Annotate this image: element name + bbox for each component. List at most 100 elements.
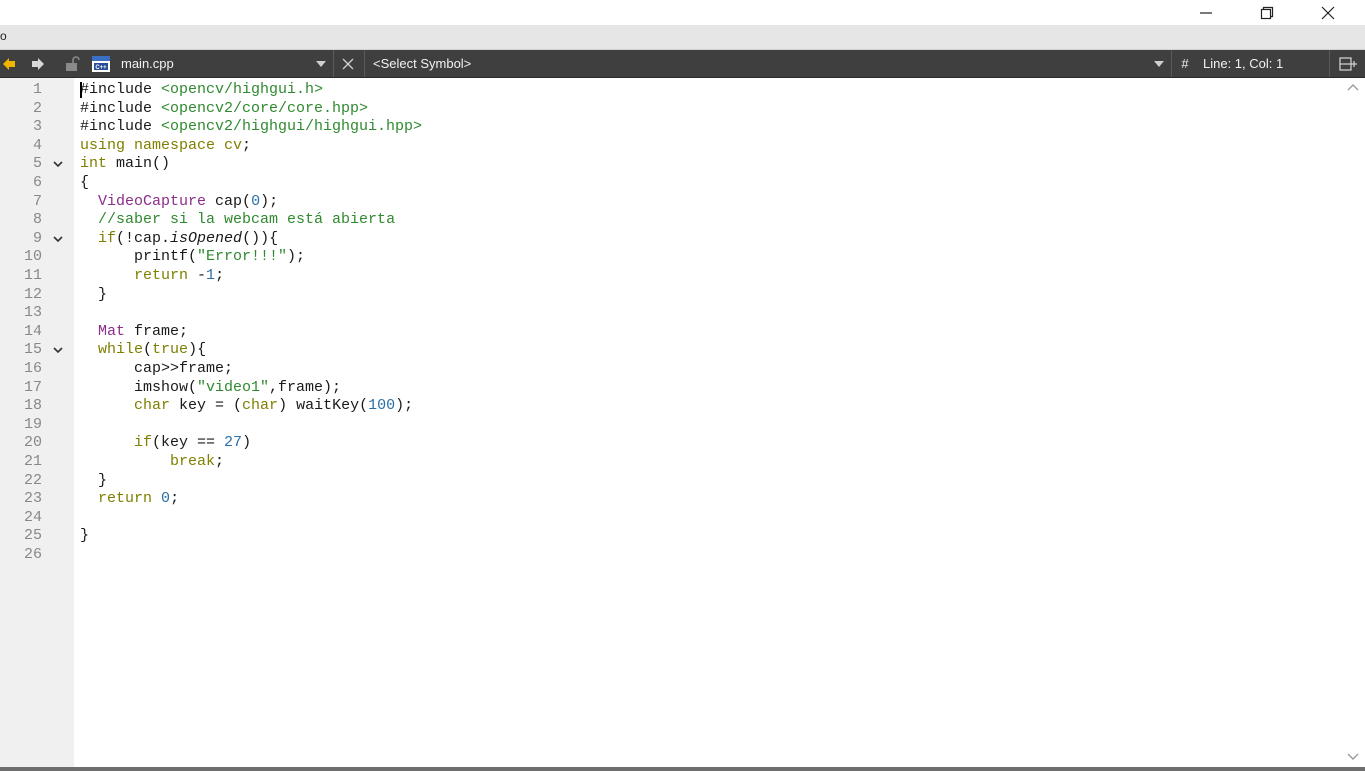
code-line[interactable]: using namespace cv; xyxy=(80,137,251,156)
symbol-dropdown-button[interactable] xyxy=(1150,50,1168,77)
close-icon xyxy=(342,58,354,69)
code-line[interactable]: VideoCapture cap(0); xyxy=(80,193,278,212)
code-line[interactable]: #include <opencv2/highgui/highgui.hpp> xyxy=(80,118,422,137)
code-line[interactable]: } xyxy=(80,286,107,305)
code-line[interactable]: cap>>frame; xyxy=(80,360,233,379)
fold-chevron-icon[interactable] xyxy=(52,344,64,356)
code-token: <opencv2/core/core.hpp> xyxy=(161,99,369,117)
close-file-button[interactable] xyxy=(338,50,358,77)
code-token: #include xyxy=(80,81,162,98)
code-token: printf( xyxy=(80,248,198,266)
code-token: ; xyxy=(170,490,180,508)
code-line[interactable]: while(true){ xyxy=(80,341,206,360)
split-editor-button[interactable] xyxy=(1336,50,1360,77)
code-token: 27 xyxy=(224,434,243,452)
code-token: cap>>frame; xyxy=(80,360,234,377)
vertical-scrollbar[interactable] xyxy=(1341,78,1365,767)
code-line[interactable]: if(key == 27) xyxy=(80,434,251,453)
file-dropdown-button[interactable] xyxy=(312,50,330,77)
code-line[interactable]: int main() xyxy=(80,155,170,174)
line-number: 11 xyxy=(23,267,42,284)
fold-chevron-icon[interactable] xyxy=(52,233,64,245)
code-token: ) xyxy=(242,434,252,452)
lock-toggle[interactable] xyxy=(62,50,82,77)
code-token: "video1" xyxy=(197,378,270,396)
line-number: 13 xyxy=(23,304,42,322)
toolbar-separator xyxy=(364,50,365,77)
code-token: - xyxy=(188,267,207,284)
code-line[interactable]: } xyxy=(80,527,89,546)
scroll-down-icon[interactable] xyxy=(1344,750,1362,764)
arrow-left-icon xyxy=(3,57,15,70)
toolbar-separator xyxy=(1171,50,1172,77)
code-token: true xyxy=(152,341,189,359)
file-selector[interactable]: main.cpp xyxy=(121,50,311,77)
goto-line-icon[interactable]: # xyxy=(1178,50,1192,77)
code-token: main() xyxy=(116,155,171,173)
cursor-position: Line: 1, Col: 1 xyxy=(1203,56,1284,71)
code-token: return xyxy=(134,267,189,284)
code-token: break xyxy=(170,453,216,470)
code-token: imshow( xyxy=(80,378,198,396)
code-token: int xyxy=(80,155,117,173)
code-token: (key == xyxy=(152,434,225,452)
line-number: 19 xyxy=(23,415,42,433)
line-number: 8 xyxy=(32,211,42,229)
line-number: 1 xyxy=(32,81,42,98)
text-caret xyxy=(80,82,82,98)
line-number: 25 xyxy=(23,527,42,545)
code-editor[interactable] xyxy=(74,78,1341,767)
fold-chevron-icon[interactable] xyxy=(52,158,64,170)
code-token: char xyxy=(242,397,279,415)
code-token: char xyxy=(134,397,171,415)
code-token: ( xyxy=(143,341,153,359)
line-number: 7 xyxy=(32,192,42,210)
code-line[interactable]: #include <opencv/highgui.h> xyxy=(80,81,323,100)
code-token: cap( xyxy=(206,192,252,210)
code-line[interactable]: } xyxy=(80,472,107,491)
code-line[interactable]: char key = (char) waitKey(100); xyxy=(80,397,413,416)
code-line[interactable]: if(!cap.isOpened()){ xyxy=(80,230,278,249)
line-number: 9 xyxy=(32,229,42,247)
code-line[interactable]: return -1; xyxy=(80,267,224,286)
symbol-selector[interactable]: <Select Symbol> xyxy=(373,50,1133,77)
code-token: <opencv/highgui.h> xyxy=(161,81,324,98)
code-line[interactable]: //saber si la webcam está abierta xyxy=(80,211,395,230)
code-line[interactable]: imshow("video1",frame); xyxy=(80,379,341,398)
unlock-icon xyxy=(66,55,80,71)
code-line[interactable]: { xyxy=(80,174,89,193)
code-token: //saber si la webcam está abierta xyxy=(98,211,396,229)
file-type-icon: C++ xyxy=(90,50,112,77)
code-line[interactable]: printf("Error!!!"); xyxy=(80,248,305,267)
code-token: Mat xyxy=(98,322,126,340)
navigate-back-button[interactable] xyxy=(0,50,18,77)
menu-item-fragment[interactable]: o xyxy=(0,29,7,43)
code-line[interactable]: break; xyxy=(80,453,224,472)
scroll-up-icon[interactable] xyxy=(1344,80,1362,94)
code-token: cv xyxy=(224,136,243,154)
code-token: ; xyxy=(242,136,252,154)
code-token: "Error!!!" xyxy=(197,248,288,266)
code-line[interactable]: #include <opencv2/core/core.hpp> xyxy=(80,100,368,119)
code-token: isOpened xyxy=(170,229,243,247)
code-token: key = ( xyxy=(170,397,243,415)
line-number: 3 xyxy=(32,118,42,136)
code-token: 1 xyxy=(206,267,216,284)
code-token: ); xyxy=(260,192,279,210)
code-token: } xyxy=(80,471,108,489)
minimize-button[interactable] xyxy=(1183,0,1229,25)
code-token: frame; xyxy=(125,322,189,340)
code-line[interactable]: return 0; xyxy=(80,490,179,509)
restore-button[interactable] xyxy=(1244,0,1290,25)
close-window-button[interactable] xyxy=(1305,0,1351,25)
code-token: ); xyxy=(287,248,306,266)
svg-text:C++: C++ xyxy=(95,65,107,71)
code-line[interactable]: Mat frame; xyxy=(80,323,188,342)
close-icon xyxy=(1321,6,1335,19)
navigate-forward-button[interactable] xyxy=(28,50,48,77)
split-view-icon xyxy=(1339,56,1357,71)
code-token: ); xyxy=(395,397,414,415)
line-number: 14 xyxy=(23,322,42,340)
